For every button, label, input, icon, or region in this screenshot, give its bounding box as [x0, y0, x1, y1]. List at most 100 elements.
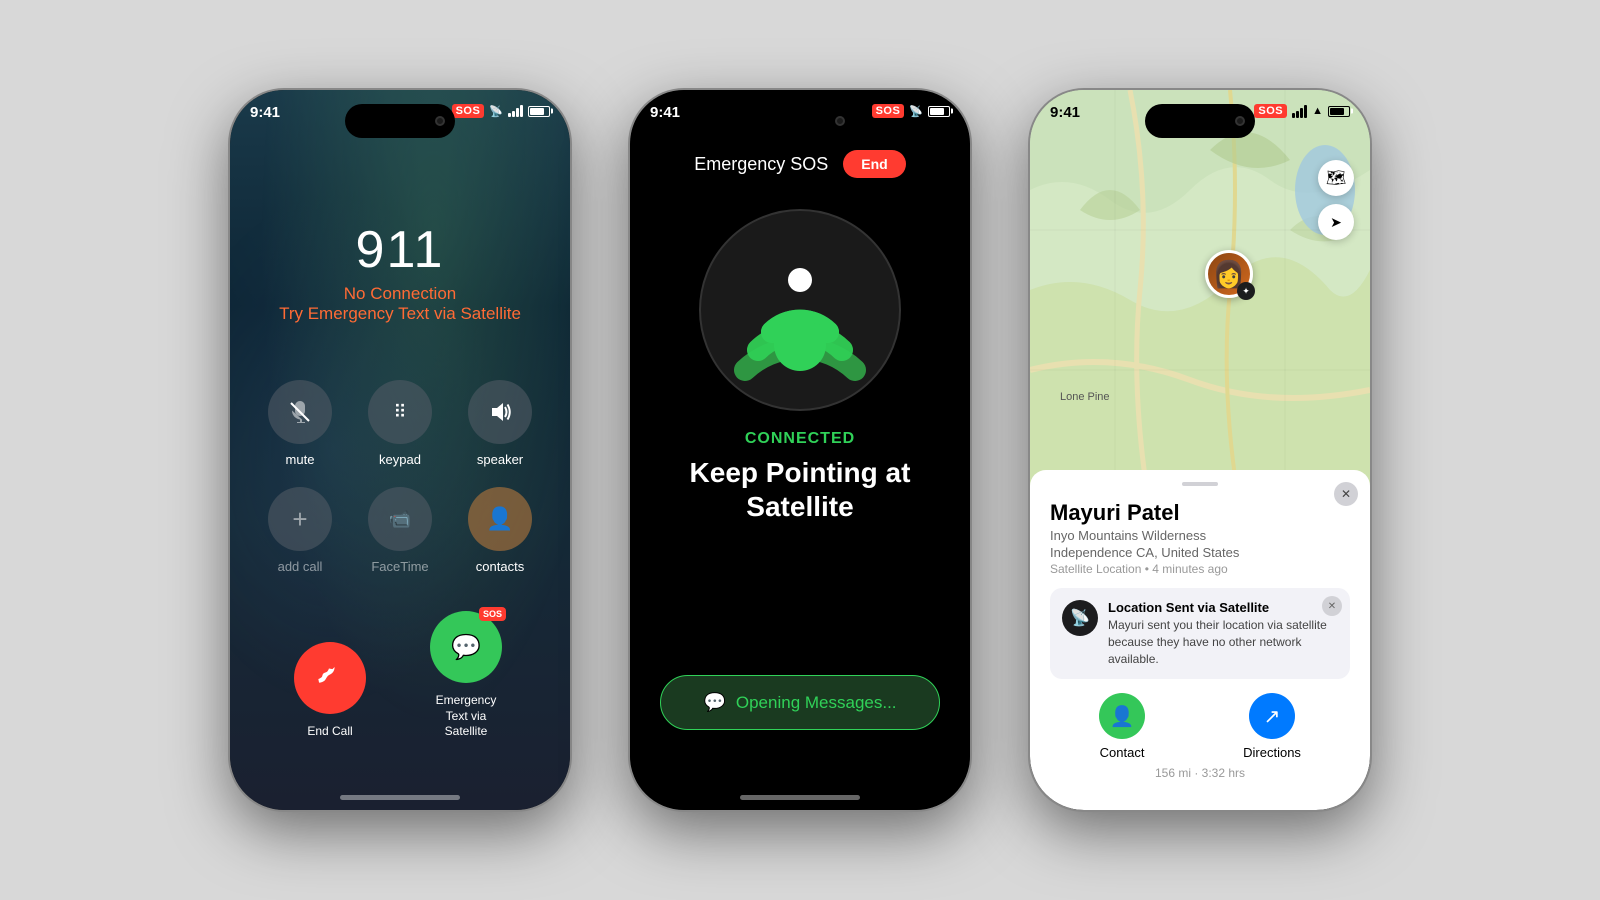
- notif-close-button[interactable]: ✕: [1322, 596, 1342, 616]
- speaker-button[interactable]: speaker: [460, 380, 540, 467]
- sb4: [1304, 105, 1307, 118]
- end-call-label: End Call: [307, 724, 352, 740]
- iphone-1: 9:41 SOS 📡 911 No Connection Try Emergen…: [230, 90, 570, 810]
- contact-icon-circle: 👤: [1099, 693, 1145, 739]
- signal-bar-2: [512, 111, 515, 117]
- signal-bars-1: [508, 105, 523, 117]
- battery-1: [528, 106, 550, 117]
- call-number-display: 911 No Connection Try Emergency Text via…: [230, 220, 570, 324]
- map-area[interactable]: Lone Pine 9:41 SOS ▲: [1030, 90, 1370, 510]
- speaker-icon: [487, 400, 513, 424]
- end-button[interactable]: End: [843, 150, 905, 178]
- keypad-button[interactable]: ⠿ keypad: [360, 380, 440, 467]
- message-icon: 💬: [451, 633, 481, 662]
- signal-bar-4: [520, 105, 523, 117]
- mute-icon: [288, 400, 312, 424]
- contacts-button[interactable]: 👤 contacts: [460, 487, 540, 574]
- emergency-sos-badge: SOS: [479, 607, 506, 621]
- message-bubble-icon: 💬: [703, 692, 725, 713]
- call-buttons-grid: mute ⠿ keypad speaker + add call 📹 FaceT…: [230, 380, 570, 574]
- emergency-sos-header: Emergency SOS End: [630, 150, 970, 178]
- call-action-buttons: End Call 💬 SOS Emergency Text via Satell…: [230, 611, 570, 740]
- iphone-2: 9:41 SOS 📡 Emergency SOS End: [630, 90, 970, 810]
- contact-action-row: 👤 Contact ↗ Directions: [1050, 693, 1350, 760]
- directions-distance-row: 156 mi · 3:32 hrs: [1050, 764, 1350, 782]
- emergency-sos-title: Emergency SOS: [694, 154, 828, 175]
- keypad-icon-circle: ⠿: [368, 380, 432, 444]
- satellite-prompt-text: Try Emergency Text via Satellite: [230, 304, 570, 324]
- location-bottom-sheet: ✕ Mayuri Patel Inyo Mountains Wilderness…: [1030, 470, 1370, 810]
- sos-badge-3: SOS: [1254, 104, 1287, 118]
- add-call-icon-circle: +: [268, 487, 332, 551]
- status-time-2: 9:41: [650, 104, 680, 121]
- mute-label: mute: [286, 452, 315, 467]
- wifi-icon-3: ▲: [1312, 105, 1323, 117]
- iphone-3: Lone Pine 9:41 SOS ▲: [1030, 90, 1370, 810]
- end-call-button[interactable]: End Call: [294, 642, 366, 740]
- sos-badge-2: SOS: [872, 104, 905, 118]
- satellite-signal-visual: [690, 200, 910, 420]
- status-time-3: 9:41: [1050, 104, 1080, 121]
- sb2: [1296, 111, 1299, 118]
- emergency-sos-icon: 💬 SOS: [430, 611, 502, 683]
- map-location-button[interactable]: ➤: [1318, 204, 1354, 240]
- status-time-1: 9:41: [250, 104, 280, 121]
- satellite-icon-1: 📡: [489, 105, 503, 118]
- dynamic-island-2: [745, 104, 855, 138]
- dynamic-island-1: [345, 104, 455, 138]
- map-layers-button[interactable]: 🗺: [1318, 160, 1354, 196]
- mute-button[interactable]: mute: [260, 380, 340, 467]
- notif-content: Location Sent via Satellite Mayuri sent …: [1108, 600, 1338, 667]
- directions-action[interactable]: ↗ Directions: [1243, 693, 1301, 760]
- location-dot-icon: ✦: [1242, 286, 1250, 297]
- map-action-buttons: 🗺 ➤: [1318, 160, 1354, 240]
- close-sheet-button[interactable]: ✕: [1334, 482, 1358, 506]
- sheet-handle: [1182, 482, 1218, 486]
- battery-3: [1328, 106, 1350, 117]
- camera-dot-3: [1235, 116, 1245, 126]
- mute-icon-circle: [268, 380, 332, 444]
- notif-satellite-icon: 📡: [1062, 600, 1098, 636]
- end-call-icon: [294, 642, 366, 714]
- home-indicator-1: [340, 795, 460, 800]
- connected-status: CONNECTED Keep Pointing atSatellite: [630, 430, 970, 523]
- add-call-button[interactable]: + add call: [260, 487, 340, 574]
- battery-2: [928, 106, 950, 117]
- user-location-pin[interactable]: 👩 ✦: [1205, 250, 1253, 298]
- contacts-label: contacts: [476, 559, 524, 574]
- camera-dot-1: [435, 116, 445, 126]
- location-type: Satellite Location: [1050, 562, 1141, 576]
- map-terrain-svg: Lone Pine: [1030, 90, 1370, 510]
- facetime-button[interactable]: 📹 FaceTime: [360, 487, 440, 574]
- satellite-icon-2: 📡: [909, 105, 923, 118]
- connected-label: CONNECTED: [630, 430, 970, 448]
- keypad-label: keypad: [379, 452, 421, 467]
- emergency-text-via-satellite-button[interactable]: 💬 SOS Emergency Text via Satellite: [426, 611, 506, 740]
- time-ago: 4 minutes ago: [1152, 562, 1227, 576]
- sos-badge-1: SOS: [452, 104, 485, 118]
- keep-pointing-label: Keep Pointing atSatellite: [630, 456, 970, 523]
- opening-messages-label: Opening Messages...: [736, 693, 897, 713]
- emergency-number: 911: [230, 220, 570, 280]
- svg-text:Lone Pine: Lone Pine: [1060, 391, 1110, 403]
- facetime-label: FaceTime: [371, 559, 428, 574]
- contact-label: Contact: [1100, 745, 1145, 760]
- directions-label: Directions: [1243, 745, 1301, 760]
- signal-svg: [690, 200, 910, 420]
- directions-arrow-icon: ↗: [1264, 704, 1281, 729]
- person-city: Independence CA, United States: [1050, 545, 1350, 560]
- notif-description: Mayuri sent you their location via satel…: [1108, 617, 1338, 667]
- camera-dot-2: [835, 116, 845, 126]
- sb3: [1300, 108, 1303, 118]
- contact-action[interactable]: 👤 Contact: [1099, 693, 1145, 760]
- home-indicator-2: [740, 795, 860, 800]
- signal-bar-1: [508, 113, 511, 117]
- phone-end-icon: [316, 664, 344, 692]
- satellite-location-notification: 📡 Location Sent via Satellite Mayuri sen…: [1050, 588, 1350, 679]
- opening-messages-button[interactable]: 💬 Opening Messages...: [660, 675, 940, 730]
- directions-distance: 156 mi · 3:32 hrs: [1155, 766, 1245, 780]
- contact-person-icon: 👤: [1110, 704, 1135, 729]
- status-icons-2: SOS 📡: [872, 104, 950, 118]
- status-icons-1: SOS 📡: [452, 104, 550, 118]
- status-icons-3: SOS ▲: [1254, 104, 1350, 118]
